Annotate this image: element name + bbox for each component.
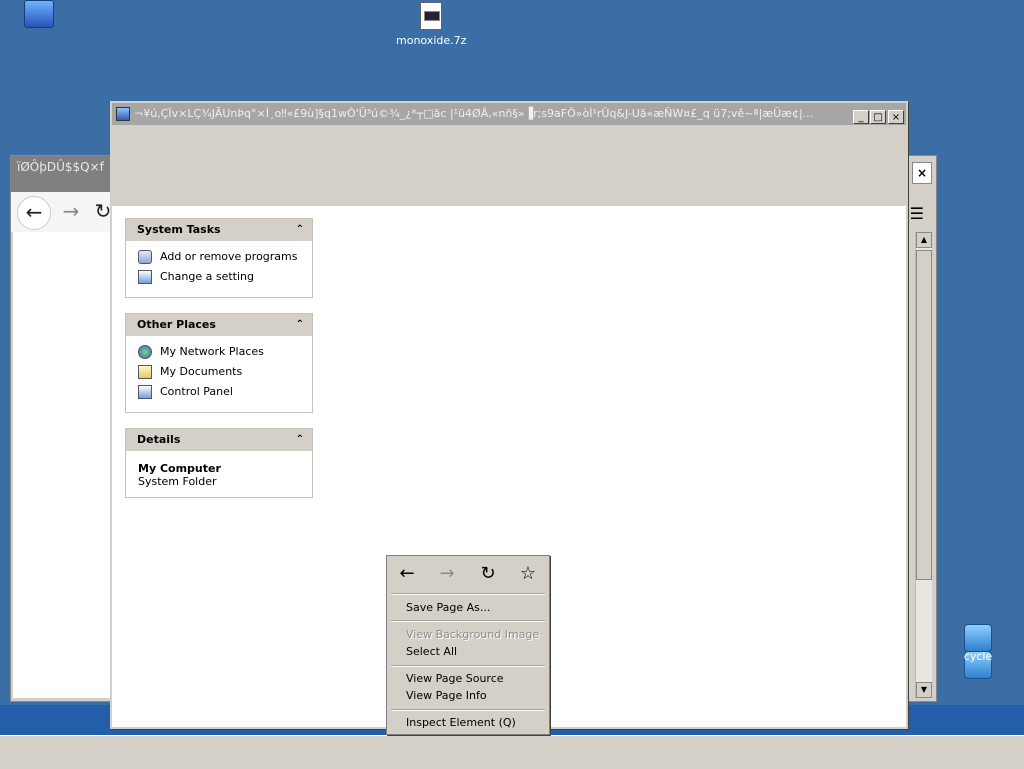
task-label: Add or remove programs (160, 250, 298, 263)
place-label: Control Panel (160, 385, 233, 398)
view-page-source-item[interactable]: View Page Source (406, 671, 504, 687)
menu-separator (391, 665, 545, 667)
save-page-as-item[interactable]: Save Page As... (406, 600, 490, 616)
forward-button[interactable]: → (55, 196, 87, 228)
system-tasks-panel: System Tasks ⌃ Add or remove programs Ch… (125, 218, 313, 298)
my-documents-link[interactable]: My Documents (126, 362, 312, 382)
maximize-button[interactable]: □ (870, 110, 886, 124)
reload-icon[interactable]: ↻ (476, 562, 500, 586)
window-title: ¬¥ú,ÇÏv×LÇ¾JÃUnÞq°×Ì¸o‼«£9ù]§q1wÒ'Ü³ú©¾_… (134, 107, 814, 120)
panel-header[interactable]: Details ⌃ (126, 429, 312, 451)
recycle-bin-icon (964, 624, 992, 652)
panel-title: Details (137, 433, 181, 446)
vertical-scrollbar[interactable]: ▲ ▼ (915, 232, 932, 698)
archive-file-icon (420, 2, 442, 30)
minimize-button[interactable]: _ (853, 110, 869, 124)
panel-title: Other Places (137, 318, 216, 331)
add-remove-programs-link[interactable]: Add or remove programs (126, 247, 312, 267)
context-nav-row: ← → ↻ ☆ (387, 556, 549, 592)
taskbar[interactable] (0, 735, 1024, 769)
panel-header[interactable]: System Tasks ⌃ (126, 219, 312, 241)
place-label: My Documents (160, 365, 243, 378)
desktop-icon-monoxide[interactable]: monoxide.7z (396, 2, 466, 47)
panel-title: System Tasks (137, 223, 221, 236)
view-background-image-item[interactable]: View Background Image (406, 627, 539, 643)
scroll-up-arrow[interactable]: ▲ (916, 232, 932, 248)
inspect-element-item[interactable]: Inspect Element (Q) (406, 715, 516, 731)
my-computer-desktop-icon[interactable] (24, 0, 54, 28)
close-button[interactable]: × (912, 162, 932, 184)
view-page-info-item[interactable]: View Page Info (406, 688, 487, 704)
hamburger-menu-icon[interactable]: ☰ (910, 204, 924, 223)
computer-icon (24, 0, 54, 28)
back-button[interactable]: ← (17, 196, 51, 230)
task-label: Change a setting (160, 270, 254, 283)
toolbar-area (112, 125, 906, 206)
control-panel-link[interactable]: Control Panel (126, 382, 312, 402)
change-setting-link[interactable]: Change a setting (126, 267, 312, 287)
desktop-icon-label: cycle (963, 650, 993, 663)
desktop-icon-recycle-bin[interactable]: cycle (958, 624, 998, 679)
select-all-item[interactable]: Select All (406, 644, 457, 660)
menu-separator (391, 593, 545, 595)
network-icon (138, 345, 152, 359)
window-icon (116, 107, 130, 121)
menu-separator (391, 620, 545, 622)
context-menu: ← → ↻ ☆ Save Page As... View Background … (386, 555, 550, 735)
collapse-chevron-icon[interactable]: ⌃ (296, 429, 304, 451)
desktop-icon-label: monoxide.7z (396, 34, 467, 47)
scrollbar-thumb[interactable] (916, 250, 932, 580)
window-controls: _ □ × (852, 106, 904, 125)
add-remove-icon (138, 250, 152, 264)
background-window-right-edge: × ☰ ▲ ▼ (906, 156, 936, 701)
settings-icon (138, 270, 152, 284)
details-subtitle: System Folder (138, 475, 217, 488)
title-bar[interactable]: ¬¥ú,ÇÏv×LÇ¾JÃUnÞq°×Ì¸o‼«£9ù]§q1wÒ'Ü³ú©¾_… (112, 103, 906, 125)
place-label: My Network Places (160, 345, 264, 358)
collapse-chevron-icon[interactable]: ⌃ (296, 219, 304, 241)
details-title: My Computer (138, 462, 221, 475)
background-page-content (13, 232, 113, 698)
control-panel-icon (138, 385, 152, 399)
panel-header[interactable]: Other Places ⌃ (126, 314, 312, 336)
collapse-chevron-icon[interactable]: ⌃ (296, 314, 304, 336)
details-panel: Details ⌃ My Computer System Folder (125, 428, 313, 498)
menu-separator (391, 709, 545, 711)
close-button[interactable]: × (888, 110, 904, 124)
scroll-down-arrow[interactable]: ▼ (916, 682, 932, 698)
my-network-places-link[interactable]: My Network Places (126, 342, 312, 362)
back-arrow-icon[interactable]: ← (395, 562, 419, 586)
other-places-panel: Other Places ⌃ My Network Places My Docu… (125, 313, 313, 413)
folder-icon (138, 365, 152, 379)
bookmark-star-icon[interactable]: ☆ (516, 562, 540, 586)
forward-arrow-icon[interactable]: → (435, 562, 459, 586)
